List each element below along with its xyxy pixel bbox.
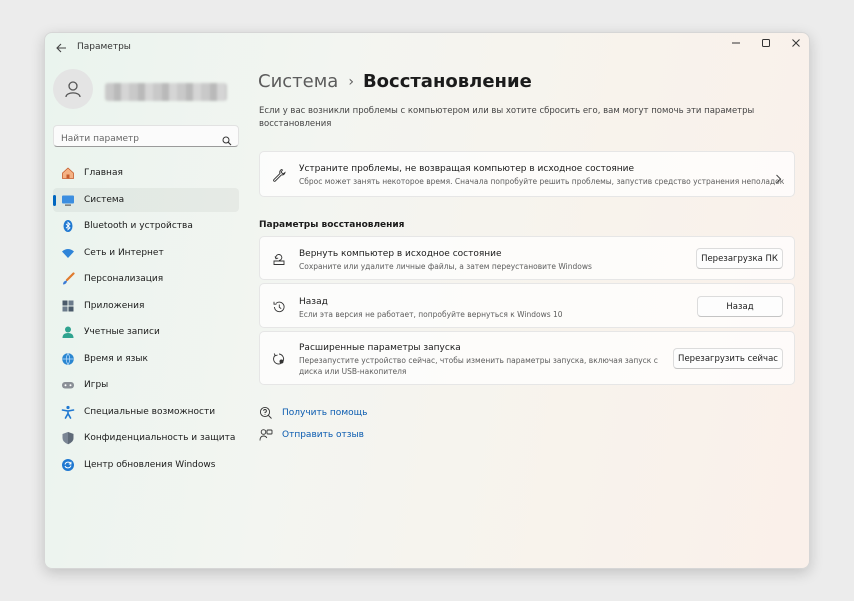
sidebar-item-accessibility[interactable]: Специальные возможности [53,400,239,425]
feedback-icon [259,428,273,442]
chevron-right-icon[interactable] [775,169,782,188]
go-back-title: Назад [299,297,328,307]
sidebar-item-label: Персонализация [84,274,164,285]
wifi-icon [61,246,75,260]
advanced-startup-icon [271,351,287,367]
sidebar-item-label: Сеть и Интернет [84,247,164,258]
person-icon [65,81,81,98]
sidebar-item-time-language[interactable]: Время и язык [53,347,239,372]
get-help-link[interactable]: Получить помощь [259,406,367,420]
get-help-label[interactable]: Получить помощь [282,408,367,418]
sidebar-item-windows-update[interactable]: Центр обновления Windows [53,453,239,478]
reset-pc-card: Вернуть компьютер в исходное состояние С… [259,236,795,280]
close-icon[interactable] [781,33,809,53]
restart-now-button[interactable]: Перезагрузить сейчас [673,348,783,369]
globe-clock-icon [61,352,75,366]
brush-icon [61,272,75,286]
help-icon [259,406,273,420]
advanced-startup-title: Расширенные параметры запуска [299,343,461,353]
sidebar-item-apps[interactable]: Приложения [53,294,239,319]
maximize-icon[interactable] [751,33,781,53]
section-title: Параметры восстановления [259,220,405,230]
sidebar-item-accounts[interactable]: Учетные записи [53,320,239,345]
account-icon [61,325,75,339]
reset-pc-icon [271,251,287,267]
sidebar-item-label: Специальные возможности [84,406,216,417]
advanced-startup-card: Расширенные параметры запуска Перезапуст… [259,331,795,385]
intro-text: Если у вас возникли проблемы с компьютер… [259,106,755,129]
send-feedback-label[interactable]: Отправить отзыв [282,430,364,440]
sidebar-item-label: Время и язык [84,353,148,364]
apps-icon [61,299,75,313]
sidebar-item-label: Главная [84,168,123,179]
search-input[interactable] [54,129,214,149]
minimize-icon[interactable] [721,33,751,53]
troubleshoot-description: Сброс может занять некоторое время. Снач… [299,177,785,186]
advanced-startup-description: Перезапустите устройство сейчас, чтобы и… [299,356,658,376]
sidebar-item-bluetooth[interactable]: Bluetooth и устройства [53,214,239,239]
sidebar-item-network[interactable]: Сеть и Интернет [53,241,239,266]
wrench-icon [271,167,287,183]
go-back-card: Назад Если эта версия не работает, попро… [259,283,795,328]
blurred-user-name [105,83,227,101]
breadcrumb: Система › Восстановление [258,71,532,92]
bluetooth-icon [61,219,75,233]
reset-pc-title: Вернуть компьютер в исходное состояние [299,249,502,259]
troubleshoot-card[interactable]: Устраните проблемы, не возвращая компьют… [259,151,795,197]
sidebar-item-label: Приложения [84,300,145,311]
settings-window: Параметры Главная [44,32,810,569]
home-icon [61,166,75,180]
reset-pc-button[interactable]: Перезагрузка ПК [696,248,783,269]
sidebar-item-home[interactable]: Главная [53,161,239,186]
reset-pc-description: Сохраните или удалите личные файлы, а за… [299,262,592,271]
search-icon[interactable] [222,131,232,150]
send-feedback-link[interactable]: Отправить отзыв [259,428,364,442]
troubleshoot-title: Устраните проблемы, не возвращая компьют… [299,164,635,174]
sidebar-nav: Главная Система Bluetooth и устройства С… [53,161,239,479]
sidebar-item-label: Игры [84,380,109,391]
go-back-description: Если эта версия не работает, попробуйте … [299,310,563,319]
sidebar-item-label: Система [84,194,125,205]
go-back-button[interactable]: Назад [697,296,783,317]
sidebar-item-label: Учетные записи [84,327,160,338]
avatar [53,69,93,109]
title-bar: Параметры [45,33,809,63]
monitor-icon [61,193,75,207]
sidebar-item-personalization[interactable]: Персонализация [53,267,239,292]
back-arrow-icon[interactable] [53,40,69,56]
sidebar-item-system[interactable]: Система [53,187,239,212]
breadcrumb-separator: › [348,73,354,90]
breadcrumb-parent[interactable]: Система [258,71,338,92]
sidebar-item-gaming[interactable]: Игры [53,373,239,398]
accessibility-icon [61,405,75,419]
page-title: Восстановление [362,71,532,92]
user-profile[interactable] [53,69,227,109]
search-box[interactable] [53,125,239,150]
sidebar-item-label: Центр обновления Windows [84,459,216,470]
sidebar-item-label: Конфиденциальность и защита [84,433,236,444]
sidebar-item-label: Bluetooth и устройства [84,221,193,232]
app-title: Параметры [77,42,131,52]
gamepad-icon [61,378,75,392]
sidebar-item-privacy[interactable]: Конфиденциальность и защита [53,426,239,451]
history-icon [271,299,287,315]
shield-icon [61,431,75,445]
update-icon [61,458,75,472]
